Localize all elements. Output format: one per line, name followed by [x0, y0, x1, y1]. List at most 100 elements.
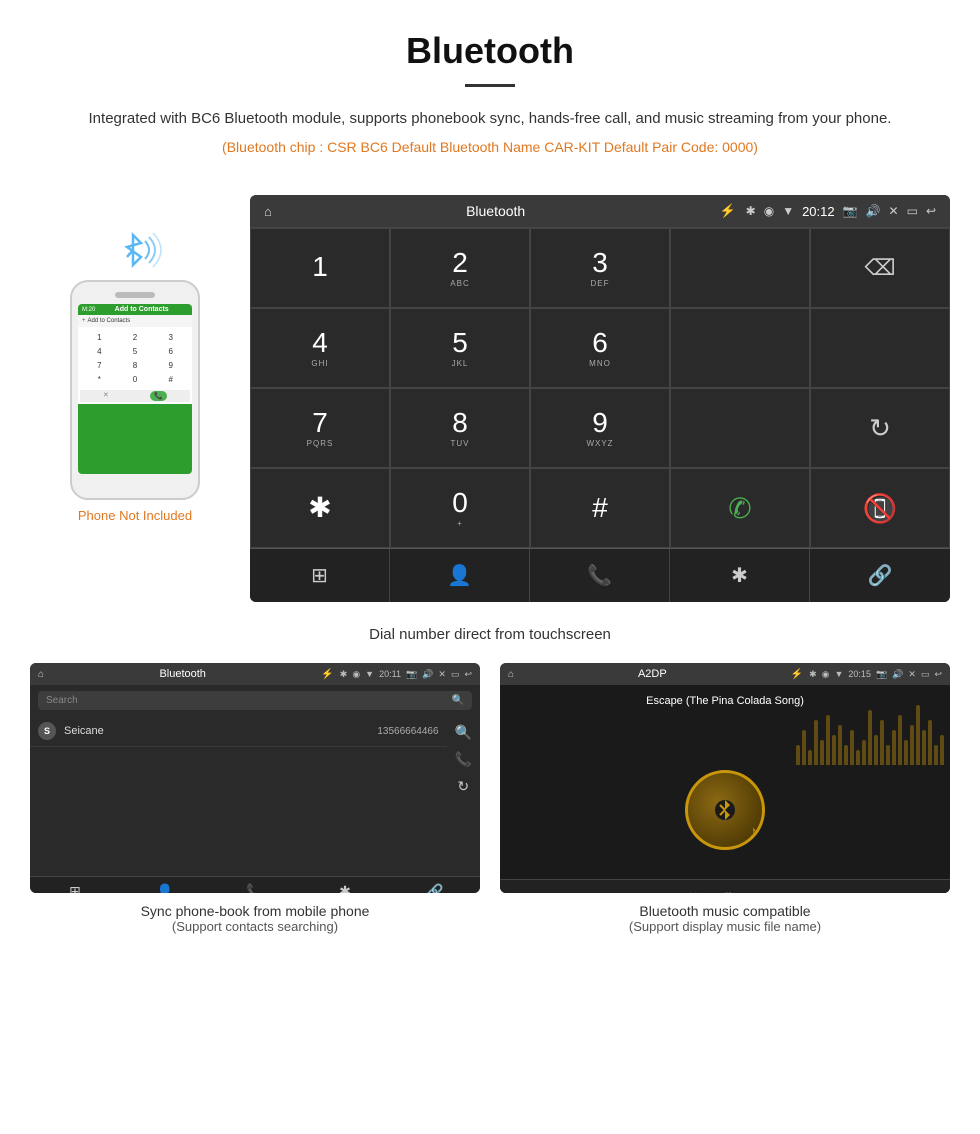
eq-visualization [796, 705, 944, 765]
phone-speaker [115, 292, 155, 298]
pb-vol-icon[interactable]: 🔊 [422, 669, 433, 680]
music-controls: ⏮ ⏯ ⏭ [500, 879, 950, 893]
link-icon[interactable]: 🔗 [810, 549, 950, 602]
redial-button[interactable]: ↻ [810, 388, 950, 468]
dial-key-0[interactable]: 0+ [390, 468, 530, 548]
phone-icon[interactable]: 📞 [530, 549, 670, 602]
music-sig-icon: ▼ [835, 669, 844, 680]
end-call-button[interactable]: 📵 [810, 468, 950, 548]
pb-usb-icon: ⚡ [321, 669, 333, 680]
play-pause-icon[interactable]: ⏯ [717, 886, 733, 893]
dial-key-2[interactable]: 2ABC [390, 228, 530, 308]
music-screen-title: A2DP [520, 668, 785, 680]
dial-key-6[interactable]: 6MNO [530, 308, 670, 388]
pb-phone-btn[interactable]: 📞 [210, 883, 300, 893]
pb-dialpad-btn[interactable]: ⊞ [30, 883, 120, 893]
music-vol-icon[interactable]: 🔊 [892, 669, 903, 680]
pb-close-icon[interactable]: ✕ [438, 669, 446, 680]
search-icon[interactable]: 🔍 [452, 695, 464, 706]
music-time: 20:15 [848, 669, 871, 680]
contact-number: 13566664466 [377, 726, 438, 737]
music-caption-sub: (Support display music file name) [629, 919, 821, 934]
pb-loc-icon: ◉ [352, 669, 360, 680]
pb-contacts-btn[interactable]: 👤 [120, 883, 210, 893]
bluetooth-icon[interactable]: ✱ [670, 549, 810, 602]
music-caption-main: Bluetooth music compatible [639, 903, 810, 919]
dial-key-1[interactable]: 1 [250, 228, 390, 308]
dialpad-bottom-bar: ⊞ 👤 📞 ✱ 🔗 [250, 548, 950, 602]
phonebook-screen: ⌂ Bluetooth ⚡ ✱ ◉ ▼ 20:11 📷 🔊 ✕ ▭ ↩ Sear… [30, 663, 480, 893]
prev-track-icon[interactable]: ⏮ [683, 889, 697, 894]
pb-time: 20:11 [379, 669, 401, 680]
dial-caption: Dial number direct from touchscreen [0, 612, 980, 663]
music-usb-icon: ⚡ [791, 669, 803, 680]
pb-search-bar[interactable]: Search 🔍 [38, 691, 472, 710]
music-content-area: Escape (The Pina Colada Song) ♪ [500, 685, 950, 893]
dial-key-7[interactable]: 7PQRS [250, 388, 390, 468]
minimize-icon[interactable]: ▭ [907, 204, 918, 218]
dial-empty-1 [670, 308, 810, 388]
page-title: Bluetooth [60, 30, 920, 72]
page-header: Bluetooth Integrated with BC6 Bluetooth … [0, 0, 980, 185]
music-home-icon[interactable]: ⌂ [508, 669, 514, 680]
pb-refresh-right-icon[interactable]: ↻ [455, 778, 472, 795]
dial-key-4[interactable]: 4GHI [250, 308, 390, 388]
music-screen: ⌂ A2DP ⚡ ✱ ◉ ▼ 20:15 📷 🔊 ✕ ▭ ↩ Escape (T… [500, 663, 950, 893]
phone-not-included-label: Phone Not Included [78, 508, 192, 523]
phonebook-caption-main: Sync phone-book from mobile phone [141, 903, 370, 919]
contact-name: Seicane [64, 725, 369, 737]
call-button[interactable]: ✆ [670, 468, 810, 548]
music-panel: ⌂ A2DP ⚡ ✱ ◉ ▼ 20:15 📷 🔊 ✕ ▭ ↩ Escape (T… [500, 663, 950, 934]
page-description: Integrated with BC6 Bluetooth module, su… [60, 107, 920, 131]
home-icon[interactable]: ⌂ [264, 204, 272, 219]
music-back-icon[interactable]: ↩ [934, 669, 942, 680]
contacts-icon[interactable]: 👤 [390, 549, 530, 602]
bluetooth-status-icon: ✱ [746, 204, 756, 218]
music-min-icon[interactable]: ▭ [921, 669, 930, 680]
signal-icon: ▼ [782, 204, 794, 218]
dialpad-topbar: ⌂ Bluetooth ⚡ ✱ ◉ ▼ 20:12 📷 🔊 ✕ ▭ ↩ [250, 195, 950, 227]
next-track-icon[interactable]: ⏭ [753, 889, 767, 894]
bluetooth-signal-icon [105, 225, 165, 275]
music-album-art: ♪ [685, 770, 765, 850]
pb-right-icons: 🔍 📞 ↻ [447, 716, 480, 876]
backspace-button[interactable]: ⌫ [810, 228, 950, 308]
camera-icon[interactable]: 📷 [843, 204, 858, 218]
dial-empty-2 [810, 308, 950, 388]
phone-aside: M:20 Add to Contacts + Add to Contacts 1… [40, 195, 230, 523]
pb-min-icon[interactable]: ▭ [451, 669, 460, 680]
dial-key-3[interactable]: 3DEF [530, 228, 670, 308]
pb-bt-btn[interactable]: ✱ [300, 883, 390, 893]
close-icon[interactable]: ✕ [889, 204, 899, 218]
dial-key-5[interactable]: 5JKL [390, 308, 530, 388]
pb-search-placeholder: Search [46, 695, 78, 706]
pb-link-btn[interactable]: 🔗 [390, 883, 480, 893]
title-divider [465, 84, 515, 87]
pb-search-right-icon[interactable]: 🔍 [455, 724, 472, 741]
back-icon[interactable]: ↩ [926, 204, 936, 218]
bottom-panels: ⌂ Bluetooth ⚡ ✱ ◉ ▼ 20:11 📷 🔊 ✕ ▭ ↩ Sear… [0, 663, 980, 964]
list-item[interactable]: S Seicane 13566664466 [30, 716, 447, 747]
location-icon: ◉ [764, 204, 774, 218]
pb-cam-icon[interactable]: 📷 [406, 669, 417, 680]
phonebook-caption-sub: (Support contacts searching) [172, 919, 338, 934]
music-bt-icon: ✱ [809, 669, 817, 680]
time-display: 20:12 [802, 204, 835, 219]
dial-key-8[interactable]: 8TUV [390, 388, 530, 468]
dial-key-hash[interactable]: # [530, 468, 670, 548]
phone-screen: M:20 Add to Contacts + Add to Contacts 1… [78, 304, 192, 474]
music-cam-icon[interactable]: 📷 [876, 669, 887, 680]
pb-contacts-list: S Seicane 13566664466 [30, 716, 447, 876]
pb-bt-icon: ✱ [340, 669, 348, 680]
dial-key-9[interactable]: 9WXYZ [530, 388, 670, 468]
volume-icon[interactable]: 🔊 [866, 204, 881, 218]
dialpad-screen: ⌂ Bluetooth ⚡ ✱ ◉ ▼ 20:12 📷 🔊 ✕ ▭ ↩ 1 2A… [250, 195, 950, 602]
pb-home-icon[interactable]: ⌂ [38, 669, 44, 680]
music-song-title: Escape (The Pina Colada Song) [646, 695, 804, 707]
music-close-icon[interactable]: ✕ [908, 669, 916, 680]
dial-empty-3 [670, 388, 810, 468]
pb-call-right-icon[interactable]: 📞 [455, 751, 472, 768]
dial-key-star[interactable]: ✱ [250, 468, 390, 548]
pb-back-icon[interactable]: ↩ [464, 669, 472, 680]
dialpad-icon[interactable]: ⊞ [250, 549, 390, 602]
